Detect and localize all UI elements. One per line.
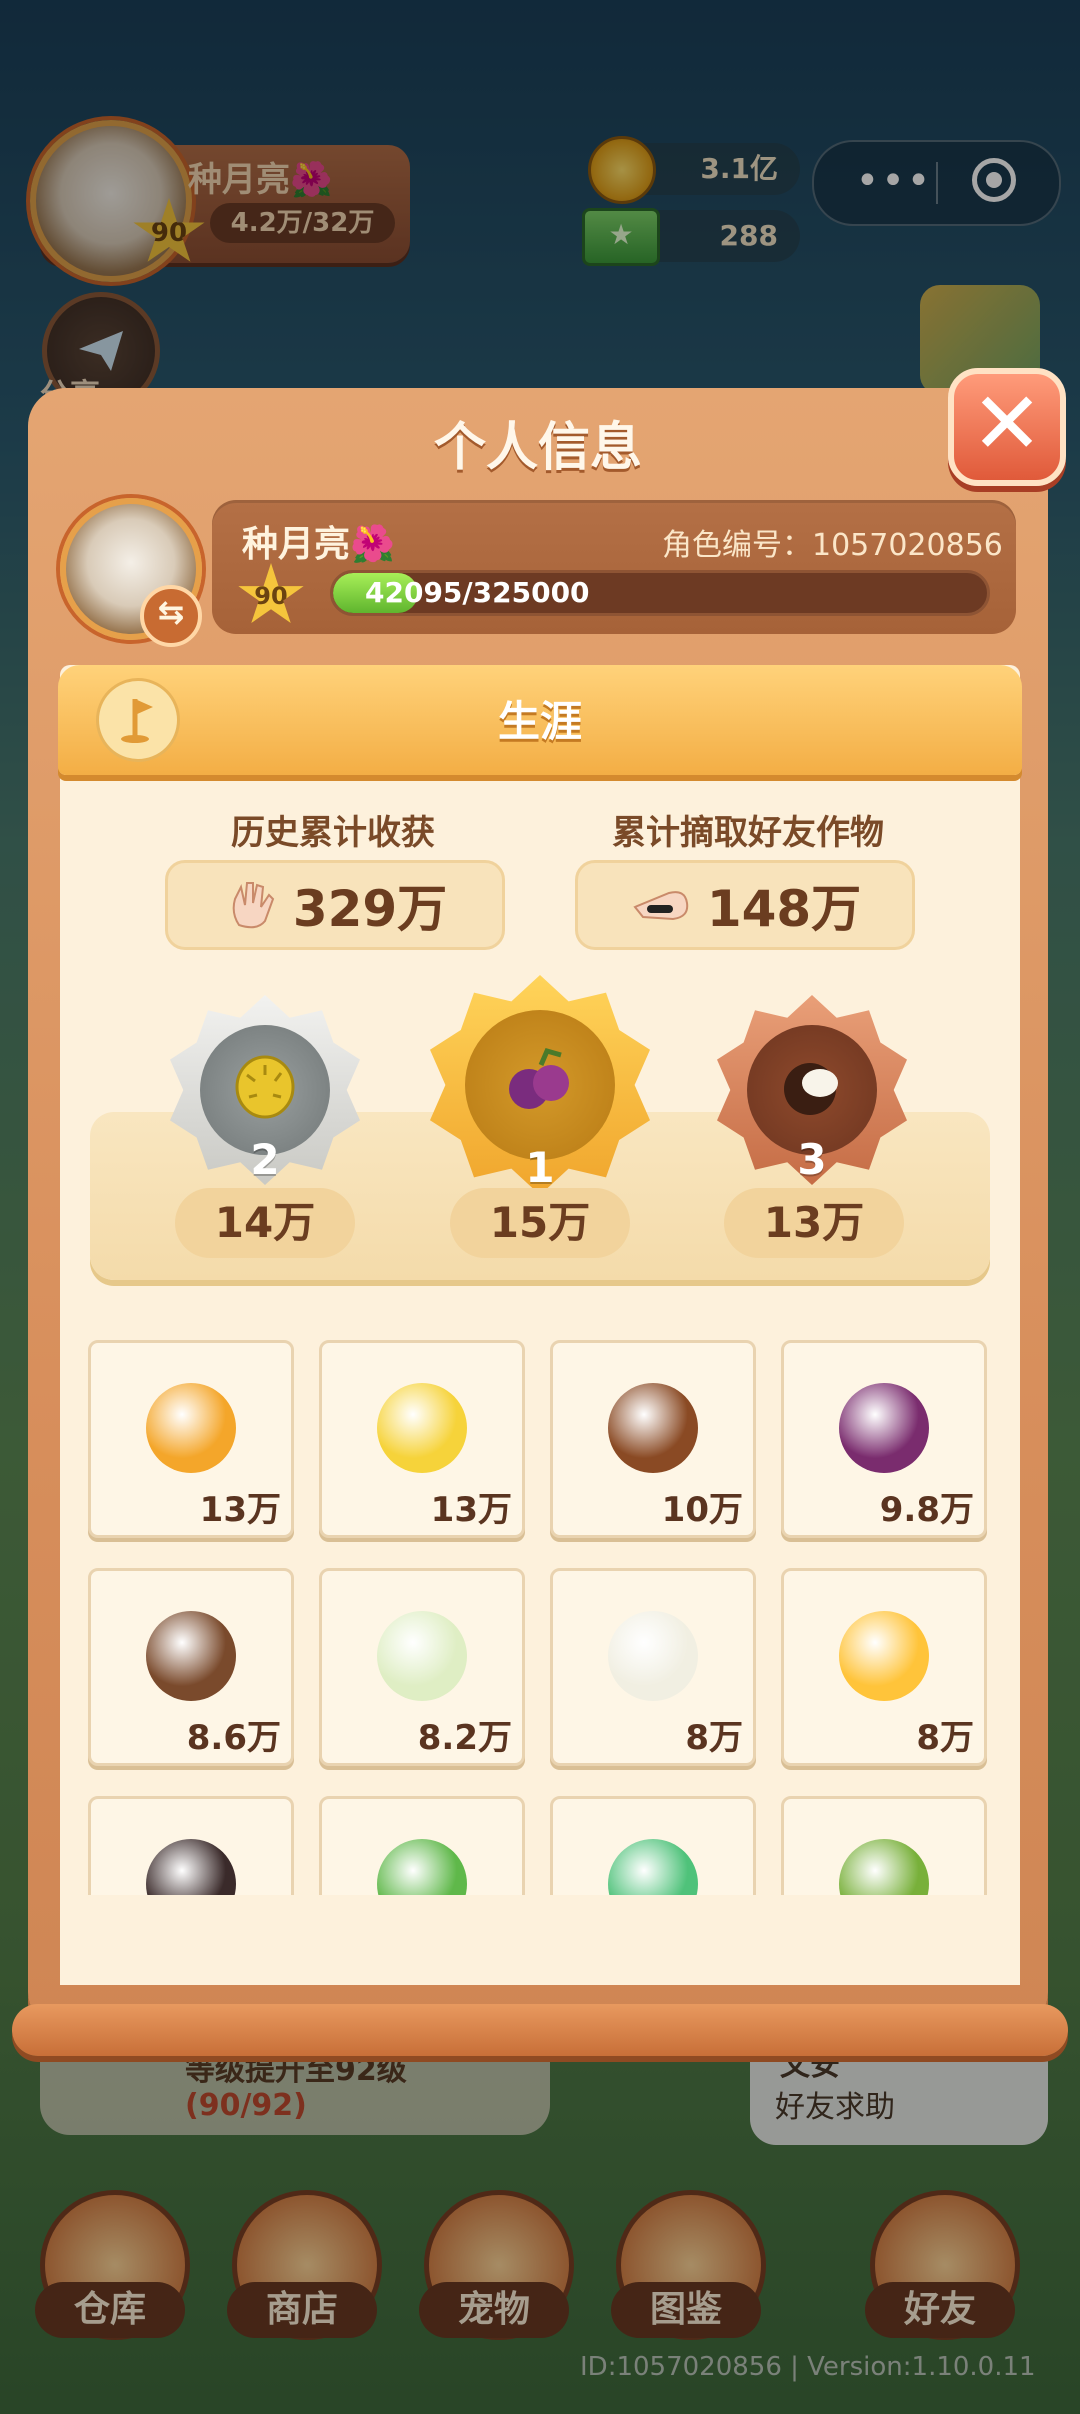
crop-harvest-grid: 13万 13万 10万 9.8万 8.6万 8.2万 8万 8万: [88, 1340, 992, 1895]
plum-icon: [509, 1047, 569, 1109]
close-icon: ✕: [970, 374, 1044, 474]
total-harvest-box: 329万: [165, 860, 505, 950]
rank-1-number: 1: [525, 1143, 555, 1192]
profile-name: 种月亮🌺: [242, 524, 395, 565]
crop-harvest-value: 13万: [430, 1490, 512, 1530]
total-harvest-label: 历史累计收获: [231, 813, 435, 853]
crop-harvest-value: 8.6万: [186, 1718, 281, 1758]
crop-cell[interactable]: [319, 1796, 525, 1895]
total-harvest-value: 329万: [292, 880, 448, 938]
crop-harvest-value: 10万: [661, 1490, 743, 1530]
thief-hand-icon: [633, 891, 689, 921]
role-id: 角色编号：1057020856: [662, 528, 1003, 563]
hand-icon: [232, 882, 274, 929]
career-title: 生涯: [497, 697, 582, 746]
profile-level: 90: [254, 582, 288, 610]
durian-icon: [235, 1055, 295, 1119]
golden-heart-icon: [839, 1611, 929, 1701]
crop-cell[interactable]: 8万: [781, 1568, 987, 1766]
exp-progress-bar: 42095/325000: [330, 570, 990, 616]
friend-steal-label: 累计摘取好友作物: [612, 813, 884, 853]
rank-2-value: 14万: [175, 1188, 355, 1258]
crop-cell[interactable]: [781, 1796, 987, 1895]
swap-avatar-icon[interactable]: ⇆: [140, 585, 202, 647]
coconut-icon: [784, 1063, 838, 1115]
crop-cell[interactable]: 8.6万: [88, 1568, 294, 1766]
leafy-green-icon: [377, 1839, 467, 1895]
chestnut-icon: [608, 1383, 698, 1473]
crop-cell[interactable]: 8万: [550, 1568, 756, 1766]
crop-cell[interactable]: [88, 1796, 294, 1895]
crop-harvest-value: 8.2万: [417, 1718, 512, 1758]
crop-cell[interactable]: 13万: [319, 1340, 525, 1538]
rank-3-number: 3: [797, 1135, 827, 1184]
crop-harvest-value: 8万: [685, 1718, 743, 1758]
sugarcane-icon: [146, 1839, 236, 1895]
crop-harvest-value: 8万: [916, 1718, 974, 1758]
orange-icon: [146, 1383, 236, 1473]
scroll-bottom-rod: [12, 2004, 1068, 2056]
crop-cell[interactable]: 10万: [550, 1340, 756, 1538]
rank-1-medal: 1: [430, 975, 650, 1195]
sapling-icon: [839, 1839, 929, 1895]
rank-3-medal: 3: [717, 995, 907, 1185]
rank-1-value: 15万: [450, 1188, 630, 1258]
exp-progress-text: 42095/325000: [365, 576, 590, 609]
rank-2-medal: 2: [170, 995, 360, 1185]
crop-cell[interactable]: 8.2万: [319, 1568, 525, 1766]
mushroom-icon: [146, 1611, 236, 1701]
close-button[interactable]: ✕: [948, 368, 1066, 486]
rank-2-number: 2: [250, 1135, 280, 1184]
crop-harvest-value: 13万: [199, 1490, 281, 1530]
blackberry-icon: [839, 1383, 929, 1473]
crop-cell[interactable]: 13万: [88, 1340, 294, 1538]
friend-steal-box: 148万: [575, 860, 915, 950]
radish-icon: [608, 1611, 698, 1701]
clover-icon: [608, 1839, 698, 1895]
crop-harvest-value: 9.8万: [879, 1490, 974, 1530]
friend-steal-value: 148万: [706, 880, 862, 938]
rank-3-value: 13万: [724, 1188, 904, 1258]
crop-cell[interactable]: 9.8万: [781, 1340, 987, 1538]
white-melon-icon: [377, 1611, 467, 1701]
dialog-title: 个人信息: [433, 418, 642, 478]
crop-cell[interactable]: [550, 1796, 756, 1895]
yellow-flower-icon: [377, 1383, 467, 1473]
